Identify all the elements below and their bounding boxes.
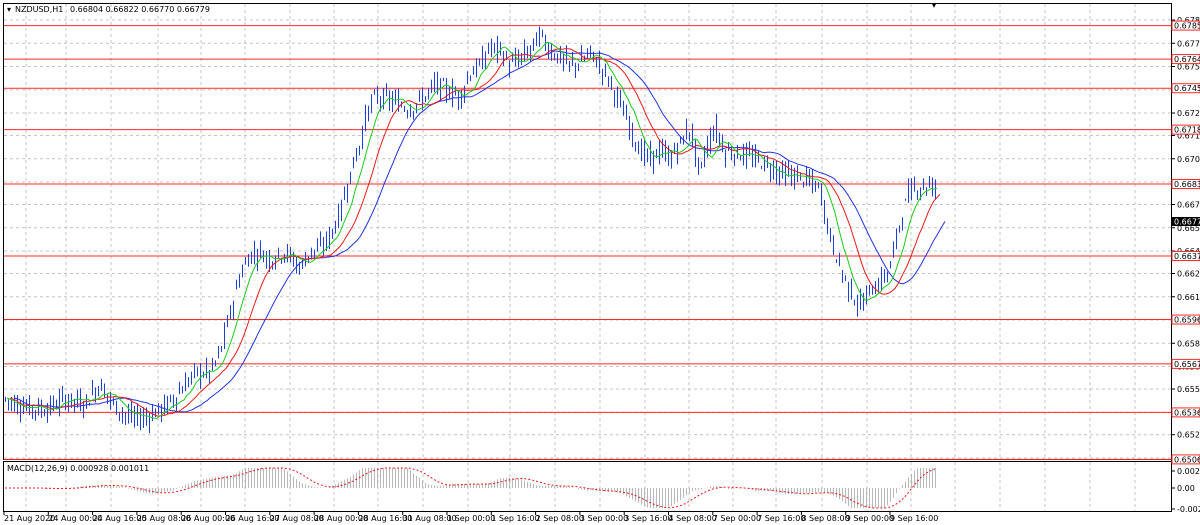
level-tag-label: 0.67188 — [1174, 126, 1200, 135]
level-tags: 0.67859 0.67643 0.67455 0.67188 0.66837 0.663… — [1171, 20, 1200, 465]
price-tick-label: 0.67295 — [1177, 109, 1200, 118]
macd-tick-label: -0.00232 — [1177, 505, 1200, 514]
price-tick-label: 0.66705 — [1177, 201, 1200, 210]
ma-fast-line — [6, 41, 938, 419]
time-label: 2 Sep 08:00 — [536, 514, 584, 523]
price-tick-label: 0.65810 — [1177, 339, 1200, 348]
level-tag-label: 0.65061 — [1174, 455, 1200, 464]
chart-shift-icon[interactable]: ▾ — [932, 1, 936, 10]
level-tag-label: 0.65677 — [1174, 360, 1200, 369]
time-label: 7 Sep 00:00 — [713, 514, 761, 523]
level-tag-label: 0.65963 — [1174, 316, 1200, 325]
time-label: 8 Sep 08:00 — [801, 514, 849, 523]
time-label: 7 Sep 16:00 — [757, 514, 805, 523]
price-tick-label: 0.66110 — [1177, 293, 1200, 302]
time-label: 1 Sep 00:00 — [447, 514, 495, 523]
time-axis: 21 Aug 202024 Aug 00:0024 Aug 16:0025 Au… — [3, 511, 938, 523]
time-label: 1 Sep 16:00 — [491, 514, 539, 523]
macd-label: MACD(12,26,9) 0.000928 0.001011 — [7, 464, 149, 473]
macd-tick-label: 0.00 — [1177, 484, 1195, 493]
macd-histogram — [41, 468, 936, 508]
ma-mid-line — [9, 48, 941, 417]
main-chart-frame — [3, 3, 1172, 460]
time-label: 9 Sep 16:00 — [890, 514, 938, 523]
price-candles[interactable] — [5, 26, 936, 434]
time-label: 3 Sep 00:00 — [580, 514, 628, 523]
price-chart[interactable]: ▾ NZDUSD,H1 0.66804 0.66822 0.66770 0.66… — [0, 0, 1200, 525]
current-price: 0.66779 — [1174, 218, 1200, 227]
macd-tick-label: 0.00289 — [1177, 467, 1200, 476]
macd-axis: 0.00289 0.00 -0.00232 — [1171, 467, 1200, 514]
macd-frame — [3, 461, 1172, 512]
time-label: 3 Sep 16:00 — [624, 514, 672, 523]
horizontal-levels — [4, 25, 1171, 460]
symbol-timeframe: NZDUSD,H1 — [15, 5, 63, 14]
time-label: 4 Sep 08:00 — [669, 514, 717, 523]
current-price-tag: 0.66779 — [1172, 217, 1200, 227]
level-tag-label: 0.66373 — [1174, 252, 1200, 261]
level-tag-label: 0.66837 — [1174, 180, 1200, 189]
chart-window[interactable]: ▾ NZDUSD,H1 0.66804 0.66822 0.66770 0.66… — [0, 0, 1200, 525]
symbol-dropdown-icon[interactable]: ▾ — [7, 5, 11, 14]
level-tag-label: 0.65364 — [1174, 408, 1200, 417]
price-tick-label: 0.65220 — [1177, 431, 1200, 440]
level-tag-label: 0.67455 — [1174, 84, 1200, 93]
price-tick-label: 0.67745 — [1177, 39, 1200, 48]
price-tick-label: 0.65515 — [1177, 385, 1200, 394]
price-tick-label: 0.66260 — [1177, 269, 1200, 278]
ma-slow-line — [14, 50, 946, 413]
ohlc-values: 0.66804 0.66822 0.66770 0.66779 — [70, 5, 210, 14]
level-tag-label: 0.67859 — [1174, 22, 1200, 31]
price-axis: 0.678950.677450.675950.674450.672950.671… — [1171, 16, 1200, 463]
level-tag-label: 0.67643 — [1174, 55, 1200, 64]
time-label: 9 Sep 00:00 — [846, 514, 894, 523]
price-tick-label: 0.67000 — [1177, 155, 1200, 164]
chart-grid — [4, 4, 1171, 511]
